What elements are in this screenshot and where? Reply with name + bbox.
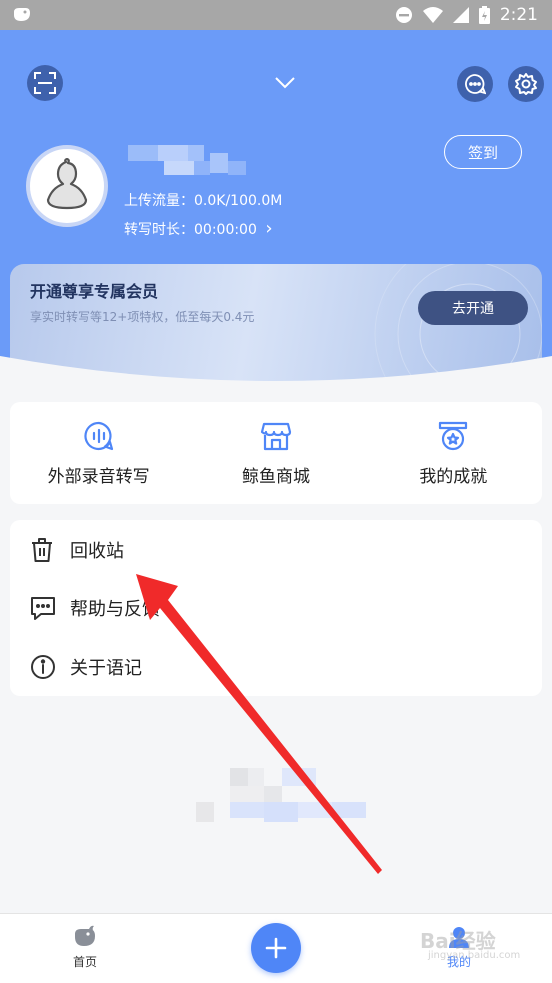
feature-achievements[interactable]: 我的成就 (365, 402, 542, 504)
plus-icon (265, 937, 287, 959)
vip-title: 开通尊享专属会员 (30, 282, 159, 301)
transcribe-duration[interactable]: 转写时长：00:00:00 › (124, 218, 273, 239)
settings-button[interactable] (508, 66, 544, 102)
nav-home[interactable]: 首页 (72, 924, 98, 970)
nav-home-label: 首页 (72, 955, 97, 969)
scan-button[interactable] (27, 65, 63, 101)
feature-grid: 外部录音转写 鲸鱼商城 我的成就 (10, 402, 542, 504)
waveform-chat-icon (84, 421, 113, 451)
menu-list: 回收站 帮助与反馈 关于语记 (10, 520, 542, 696)
feature-label: 外部录音转写 (47, 467, 150, 487)
menu-item-recycle-bin[interactable]: 回收站 (10, 525, 542, 575)
menu-item-help-feedback[interactable]: 帮助与反馈 (10, 583, 542, 633)
menu-label: 回收站 (70, 541, 124, 562)
info-icon (31, 655, 55, 679)
transcribe-duration-text: 转写时长：00:00:00 (124, 222, 257, 238)
app-notification-icon (14, 8, 30, 21)
store-icon (260, 422, 292, 451)
feature-whale-store[interactable]: 鲸鱼商城 (187, 402, 364, 504)
watermark-sub: jingyan.baidu.com (428, 950, 521, 961)
scan-icon (34, 72, 56, 94)
feature-external-transcribe[interactable]: 外部录音转写 (10, 402, 187, 504)
vip-subtitle: 享实时转写等12+项特权，低至每天0.4元 (30, 310, 255, 324)
header-curve (0, 356, 552, 386)
activate-vip-button[interactable]: 去开通 (418, 291, 528, 325)
add-button[interactable] (251, 923, 301, 973)
status-bar: 2:21 (0, 0, 552, 30)
feature-label: 鲸鱼商城 (241, 467, 310, 487)
status-time: 2:21 (499, 5, 538, 25)
cellular-icon (452, 7, 469, 23)
chevron-down-icon[interactable] (274, 76, 296, 90)
menu-label: 关于语记 (70, 658, 142, 679)
gear-icon (515, 73, 537, 95)
message-button[interactable] (457, 66, 493, 102)
chevron-right-icon: › (265, 218, 273, 239)
trash-icon (32, 538, 52, 562)
menu-item-about[interactable]: 关于语记 (10, 642, 542, 692)
do-not-disturb-icon (395, 7, 412, 23)
avatar[interactable] (26, 145, 108, 227)
whale-home-icon (75, 925, 95, 946)
chat-bubble-icon (465, 74, 486, 95)
feature-label: 我的成就 (419, 467, 488, 487)
battery-icon (478, 6, 490, 24)
medal-icon (439, 421, 468, 451)
sign-in-button[interactable]: 签到 (444, 135, 522, 169)
default-avatar-icon (46, 158, 88, 210)
upload-quota: 上传流量：0.0K/100.0M (124, 193, 283, 209)
wifi-icon (422, 7, 443, 23)
feedback-icon (31, 597, 55, 620)
menu-label: 帮助与反馈 (70, 599, 160, 620)
